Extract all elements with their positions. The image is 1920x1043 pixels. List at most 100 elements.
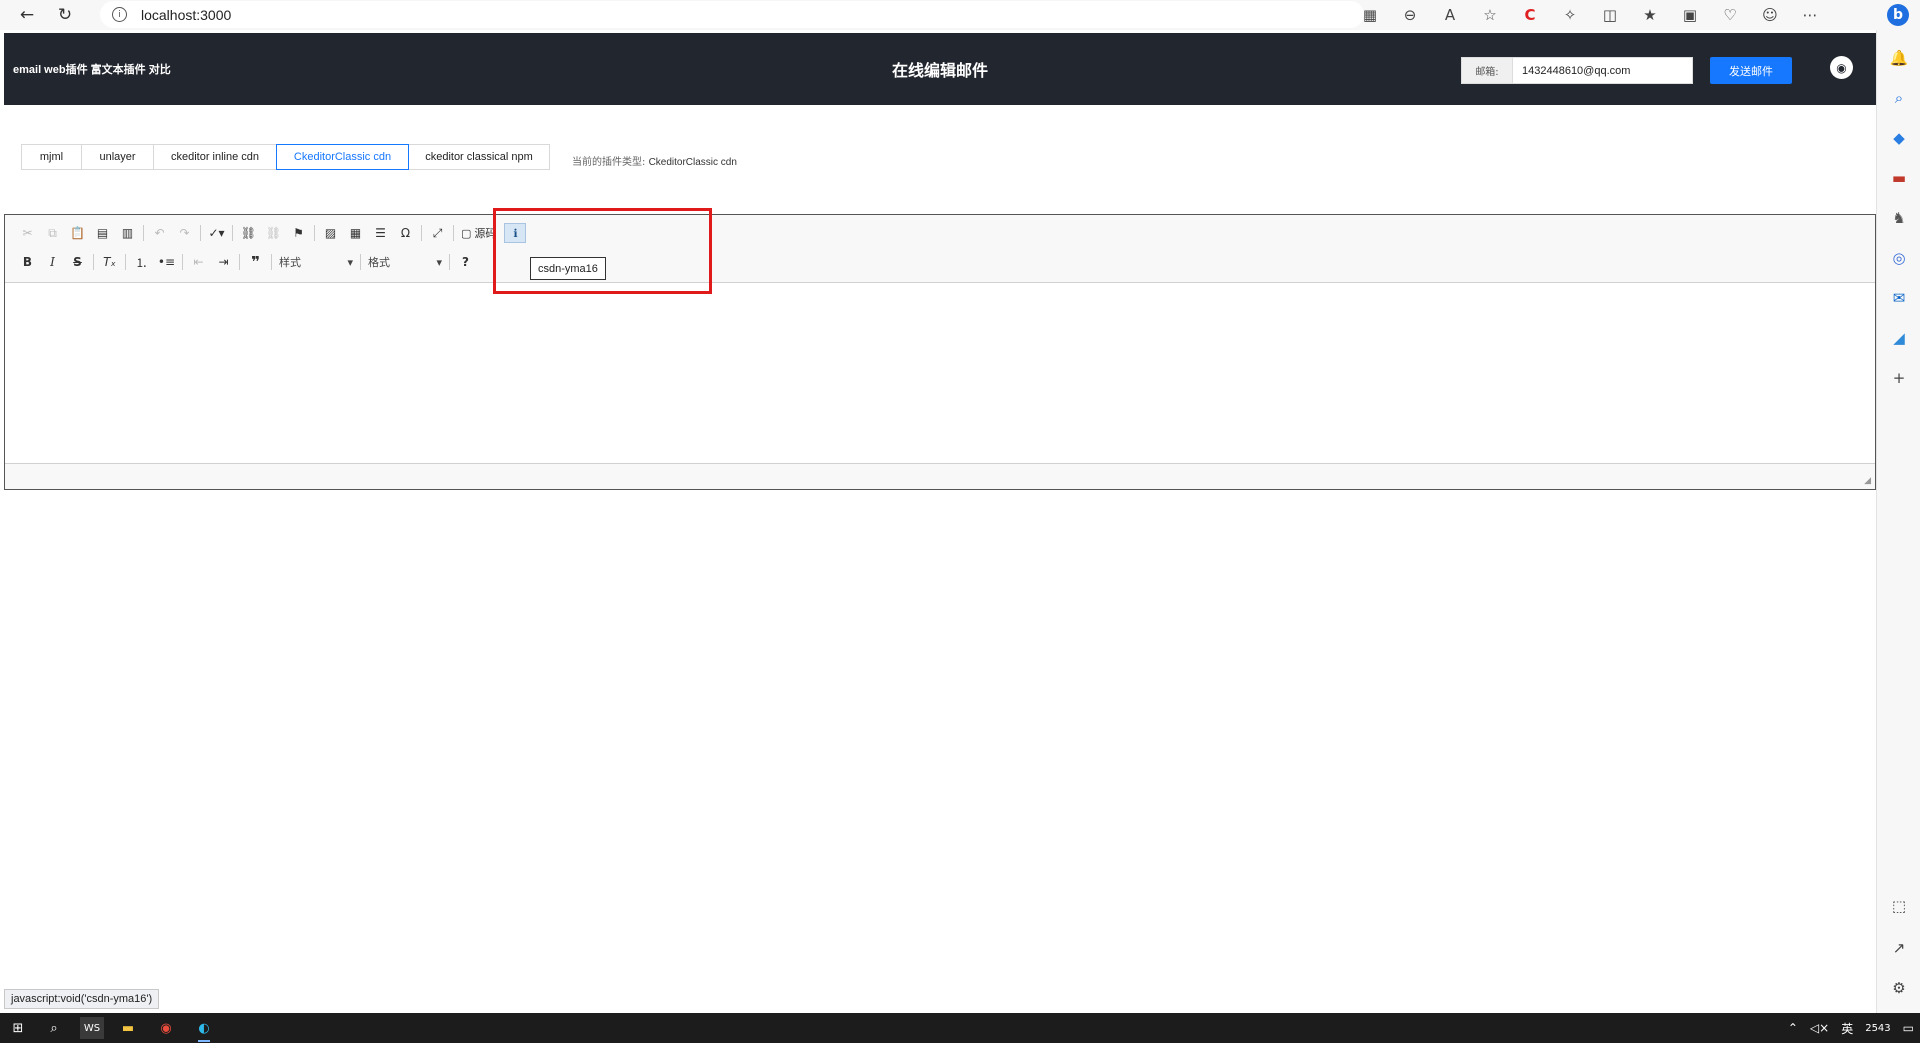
help-icon[interactable]: ? [453, 251, 478, 273]
link-icon[interactable]: ⛓ [236, 222, 261, 244]
numbered-list-icon[interactable]: ⒈ [129, 251, 154, 273]
cut-icon[interactable]: ✂ [15, 222, 40, 244]
paste-icon[interactable]: 📋 [65, 222, 90, 244]
zoom-icon[interactable]: ⊖ [1390, 0, 1430, 30]
favorite-star-icon[interactable]: ☆ [1470, 0, 1510, 30]
copy-icon[interactable]: ⧉ [40, 222, 65, 244]
remove-format-icon[interactable]: Tₓ [97, 251, 122, 273]
notification-icon[interactable]: ▭ [1903, 1021, 1914, 1035]
styles-dropdown[interactable]: 样式 ▾ [275, 252, 357, 272]
chrome-icon[interactable]: ◉ [154, 1017, 178, 1039]
tab-ckeditor-classical-npm[interactable]: ckeditor classical npm [408, 144, 550, 170]
ckeditor: ✂ ⧉ 📋 ▤ ▥ ↶ ↷ ✓▾ ⛓ ⛓ ⚑ ▨ ▦ ☰ Ω ⤢ ▢ 源码 ℹ … [4, 214, 1876, 490]
italic-icon[interactable]: I [40, 251, 65, 273]
search-icon[interactable]: ⌕ [42, 1017, 66, 1039]
windows-start-icon[interactable]: ⊞ [6, 1017, 30, 1039]
edge-sidebar: 🔔 ⌕ ◆ ▬ ♞ ◎ ✉ ◢ + ⬚ ↗ ⚙ [1876, 30, 1920, 1013]
bulleted-list-icon[interactable]: •≡ [154, 251, 179, 273]
refresh-icon[interactable]: ↻ [48, 0, 82, 30]
volume-icon[interactable]: ◁× [1810, 1021, 1829, 1035]
csdn-extension-icon[interactable]: C [1510, 0, 1550, 30]
editor-toolbar: ✂ ⧉ 📋 ▤ ▥ ↶ ↷ ✓▾ ⛓ ⛓ ⚑ ▨ ▦ ☰ Ω ⤢ ▢ 源码 ℹ … [5, 215, 1875, 283]
redo-icon[interactable]: ↷ [172, 222, 197, 244]
back-icon[interactable]: ← [10, 0, 44, 30]
edge-icon[interactable]: ◐ [192, 1017, 216, 1042]
styles-label: 样式 [279, 256, 301, 269]
tab-ckeditor-inline-cdn[interactable]: ckeditor inline cdn [153, 144, 277, 170]
toolbar-row-1: ✂ ⧉ 📋 ▤ ▥ ↶ ↷ ✓▾ ⛓ ⛓ ⚑ ▨ ▦ ☰ Ω ⤢ ▢ 源码 ℹ [15, 221, 527, 245]
resize-handle-icon[interactable]: ◢ [1864, 476, 1871, 486]
more-icon[interactable]: ⋯ [1790, 0, 1830, 30]
outdent-icon[interactable]: ⇤ [186, 251, 211, 273]
info-icon[interactable]: i [112, 7, 127, 22]
split-screen-icon[interactable]: ◫ [1590, 0, 1630, 30]
separator [232, 225, 233, 241]
indent-icon[interactable]: ⇥ [211, 251, 236, 273]
current-type-value: CkeditorClassic cdn [648, 157, 737, 168]
strikethrough-icon[interactable]: S [65, 251, 90, 273]
separator [421, 225, 422, 241]
profile-icon[interactable]: ☺ [1750, 0, 1790, 30]
spellcheck-icon[interactable]: ✓▾ [204, 222, 229, 244]
settings-gear-icon[interactable]: ⚙ [1885, 974, 1913, 1002]
bell-icon[interactable]: 🔔 [1885, 44, 1913, 72]
bing-icon[interactable]: b [1887, 4, 1909, 26]
webstorm-icon[interactable]: WS [80, 1017, 104, 1039]
collections-icon[interactable]: ▣ [1670, 0, 1710, 30]
blockquote-icon[interactable]: ❞ [243, 251, 268, 273]
horizontal-line-icon[interactable]: ☰ [368, 222, 393, 244]
separator [449, 254, 450, 270]
editor-content-area[interactable] [5, 283, 1875, 463]
paste-word-icon[interactable]: ▥ [115, 222, 140, 244]
tools-icon[interactable]: ▬ [1885, 164, 1913, 192]
undo-icon[interactable]: ↶ [147, 222, 172, 244]
open-external-icon[interactable]: ↗ [1885, 934, 1913, 962]
paste-text-icon[interactable]: ▤ [90, 222, 115, 244]
clock[interactable]: 2543 [1865, 1023, 1890, 1034]
current-plugin-type: 当前的插件类型: CkeditorClassic cdn [572, 153, 737, 168]
separator [143, 225, 144, 241]
search-icon[interactable]: ⌕ [1885, 84, 1913, 112]
send-email-button[interactable]: 发送邮件 [1710, 57, 1792, 84]
tab-mjml[interactable]: mjml [21, 144, 82, 170]
plugin-tabs: mjml unlayer ckeditor inline cdn Ckedito… [21, 144, 550, 170]
separator [200, 225, 201, 241]
address-bar[interactable]: i localhost:3000 [100, 1, 1364, 28]
unlink-icon[interactable]: ⛓ [261, 222, 286, 244]
bing-copilot[interactable]: b [1876, 0, 1920, 30]
ime-indicator[interactable]: 英 [1841, 1020, 1853, 1037]
screenshot-icon[interactable]: ⬚ [1885, 892, 1913, 920]
browser-toolbar: ← ↻ i localhost:3000 ▦ ⊖ A ☆ C ✧ ◫ ★ ▣ ♡… [0, 0, 1920, 30]
special-char-icon[interactable]: Ω [393, 222, 418, 244]
github-icon[interactable]: ◉ [1830, 56, 1853, 79]
outlook-icon[interactable]: ✉ [1885, 284, 1913, 312]
microsoft365-icon[interactable]: ◎ [1885, 244, 1913, 272]
system-tray: ⌃ ◁× 英 2543 ▭ [1782, 1013, 1920, 1043]
favorites-icon[interactable]: ★ [1630, 0, 1670, 30]
windows-taskbar: ⊞ ⌕ WS ▬ ◉ ◐ ⌃ ◁× 英 2543 ▭ [0, 1013, 1920, 1043]
table-icon[interactable]: ▦ [343, 222, 368, 244]
bold-icon[interactable]: B [15, 251, 40, 273]
separator [360, 254, 361, 270]
url-text: localhost:3000 [141, 6, 232, 23]
browser-essentials-icon[interactable]: ♡ [1710, 0, 1750, 30]
app-header: email web插件 富文本插件 对比 在线编辑邮件 邮箱: 发送邮件 ◉ [4, 33, 1876, 105]
read-aloud-icon[interactable]: A [1430, 0, 1470, 30]
toolbar-row-2: B I S Tₓ ⒈ •≡ ⇤ ⇥ ❞ 样式 ▾ 格式 ▾ ? [15, 250, 478, 274]
drop-icon[interactable]: ◢ [1885, 324, 1913, 352]
file-explorer-icon[interactable]: ▬ [116, 1017, 140, 1039]
games-icon[interactable]: ♞ [1885, 204, 1913, 232]
tab-ckeditor-classic-cdn[interactable]: CkeditorClassic cdn [276, 144, 409, 170]
shopping-icon[interactable]: ◆ [1885, 124, 1913, 152]
anchor-flag-icon[interactable]: ⚑ [286, 222, 311, 244]
maximize-icon[interactable]: ⤢ [425, 222, 450, 244]
format-dropdown[interactable]: 格式 ▾ [364, 252, 446, 272]
image-icon[interactable]: ▨ [318, 222, 343, 244]
email-field[interactable] [1513, 57, 1693, 84]
tab-unlayer[interactable]: unlayer [81, 144, 154, 170]
chevron-up-icon[interactable]: ⌃ [1788, 1021, 1798, 1035]
app-available-icon[interactable]: ▦ [1350, 0, 1390, 30]
current-type-label: 当前的插件类型: [572, 157, 646, 168]
add-icon[interactable]: + [1885, 364, 1913, 392]
extensions-icon[interactable]: ✧ [1550, 0, 1590, 30]
